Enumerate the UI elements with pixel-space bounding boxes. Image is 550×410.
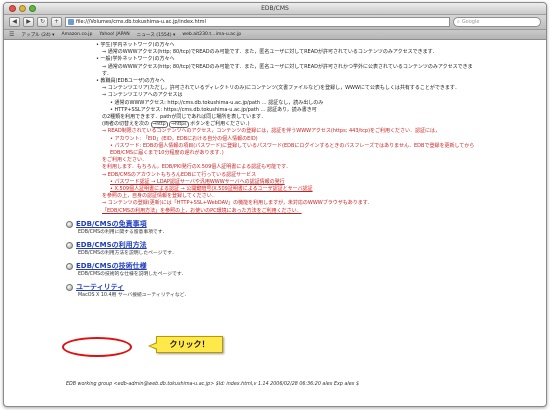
bullet-icon <box>66 262 73 270</box>
red-note: ⇒ READ制限されているコンテンツへのアクセス，コンテンツの登録には，認証を伴… <box>102 128 441 135</box>
highlight-ellipse <box>62 337 132 357</box>
red-note: アカウント: 「EID」(EID，EDBにおける自分の個人情報のEID) <box>66 136 476 143</box>
click-callout: クリック！ <box>148 336 223 353</box>
red-link[interactable]: 「EDB/CMSの利用方法」を参照の上，お使いのPC環境にあった方法をご利用くだ… <box>66 208 476 215</box>
red-note: を利用します．もちろん，EDB/PKI発行のX.509個人証明書による認証も可能… <box>102 164 291 171</box>
section-link[interactable]: ユーティリティ <box>66 283 476 292</box>
add-bookmark-button[interactable]: + <box>51 17 62 27</box>
section-usage: EDB/CMSの利用方法 EDB/CMSの利用方法を説明したページです． <box>66 241 476 257</box>
page-icon <box>68 19 74 25</box>
body-text: ⇒ コンテンツエリアへのアクセスは <box>102 92 183 99</box>
bullet-icon <box>66 283 73 291</box>
section-link[interactable]: EDB/CMSの免責事項 <box>66 220 476 229</box>
section-title[interactable]: EDB/CMSの技術仕様 <box>76 262 147 271</box>
bookmarks-bar: ☰ アップル (24) ▾ Amazon.co.jp Yahoo! JAPAN … <box>4 30 546 40</box>
minimize-button[interactable] <box>19 5 26 12</box>
forward-button[interactable]: ▶ <box>23 17 34 27</box>
back-button[interactable]: ◀ <box>9 17 20 27</box>
bookmark-item[interactable]: ニュース (1554) ▾ <box>137 32 176 38</box>
section-description: EDB/CMSの技術的な仕様を説明したページです． <box>78 271 187 277</box>
close-button[interactable] <box>9 5 16 12</box>
red-note: ⇒ EDB/CMSのアカウントもちろんEDBにて行っている認証サービス <box>102 171 257 178</box>
red-note: パスワード: EDBの個人情報の項目(パスワード)に登録しているパスワード(ED… <box>66 143 476 157</box>
url-text: file:///Volumes/cms.db.tokushima-u.ac.jp… <box>76 19 206 25</box>
zoom-button[interactable] <box>29 5 36 12</box>
red-note: ⇒ コンテンツの登録(更新)には「HTTP+SSL+WebDAV」の機能を利用し… <box>102 200 373 207</box>
search-icon: ⌕ <box>457 19 460 25</box>
body-text: ⇒ コンテンツエリア(ただし，許可されているディレクトリのみ)にコンテンツ(文書… <box>102 85 460 92</box>
bookmark-item[interactable]: web.ait230.t...ima-u.ac.jp <box>182 32 241 37</box>
bullet-icon <box>66 241 73 249</box>
reload-button[interactable]: ↻ <box>37 17 48 27</box>
bookmarks-book-icon[interactable]: ☰ <box>9 31 14 38</box>
bookmark-item[interactable]: Amazon.co.jp <box>61 32 92 37</box>
section-description: EDB/CMSの利用方法を説明したページです． <box>78 250 177 256</box>
section-disclaimer: EDB/CMSの免責事項 EDB/CMSの利用に関する留意事項です． <box>66 220 476 236</box>
title-bar: EDB/CMS <box>4 3 546 15</box>
page-footer: EDB working group <edb-admin@web.db.toku… <box>66 382 360 387</box>
body-text: ⇒ 通常のWWWアクセス(http; 80/tcp)でREADのみ可能です．また… <box>102 63 473 77</box>
section-title[interactable]: EDB/CMSの免責事項 <box>76 220 147 229</box>
section-title[interactable]: ユーティリティ <box>76 283 124 292</box>
search-field[interactable]: ⌕ Google <box>453 17 541 27</box>
section-title[interactable]: EDB/CMSの利用方法 <box>76 241 147 250</box>
section-link[interactable]: EDB/CMSの技術仕様 <box>66 262 476 271</box>
section-utility: ユーティリティ MacOS X 10.4用 サーバ接続ユーティリティなど． <box>66 283 476 299</box>
section-description: EDB/CMSの利用に関する留意事項です． <box>78 229 168 235</box>
toolbar: ◀ ▶ ↻ + file:///Volumes/cms.db.tokushima… <box>4 15 546 30</box>
access-item: 通常のWWWアクセス: http://cms.db.tokushima-u.ac… <box>66 100 476 107</box>
audience-heading: 一般(学外ネットワーク)の方々へ <box>66 56 476 63</box>
window-title: EDB/CMS <box>261 5 289 12</box>
body-text: ボタンをご利用ください．) <box>190 121 250 128</box>
section-description: MacOS X 10.4用 サーバ接続ユーティリティなど． <box>78 292 189 298</box>
section-spec: EDB/CMSの技術仕様 EDB/CMSの技術的な仕様を説明したページです． <box>66 262 476 278</box>
bookmark-item[interactable]: アップル (24) ▾ <box>21 32 54 38</box>
access-item: HTTP+SSLアクセス: https://cms.db.tokushima-u… <box>66 107 476 114</box>
address-bar[interactable]: file:///Volumes/cms.db.tokushima-u.ac.jp… <box>65 17 450 27</box>
red-link[interactable]: パスワード認証 → LDAP認証サーバや汎用WWWサーバへの認証情報の発行 <box>66 179 476 186</box>
body-text: (両者の切替えを次の <box>102 121 149 128</box>
bullet-icon <box>66 220 73 228</box>
search-placeholder: Google <box>461 19 480 25</box>
window-controls <box>9 5 36 12</box>
section-link[interactable]: EDB/CMSの利用方法 <box>66 241 476 250</box>
bookmark-item[interactable]: Yahoo! JAPAN <box>99 32 129 37</box>
